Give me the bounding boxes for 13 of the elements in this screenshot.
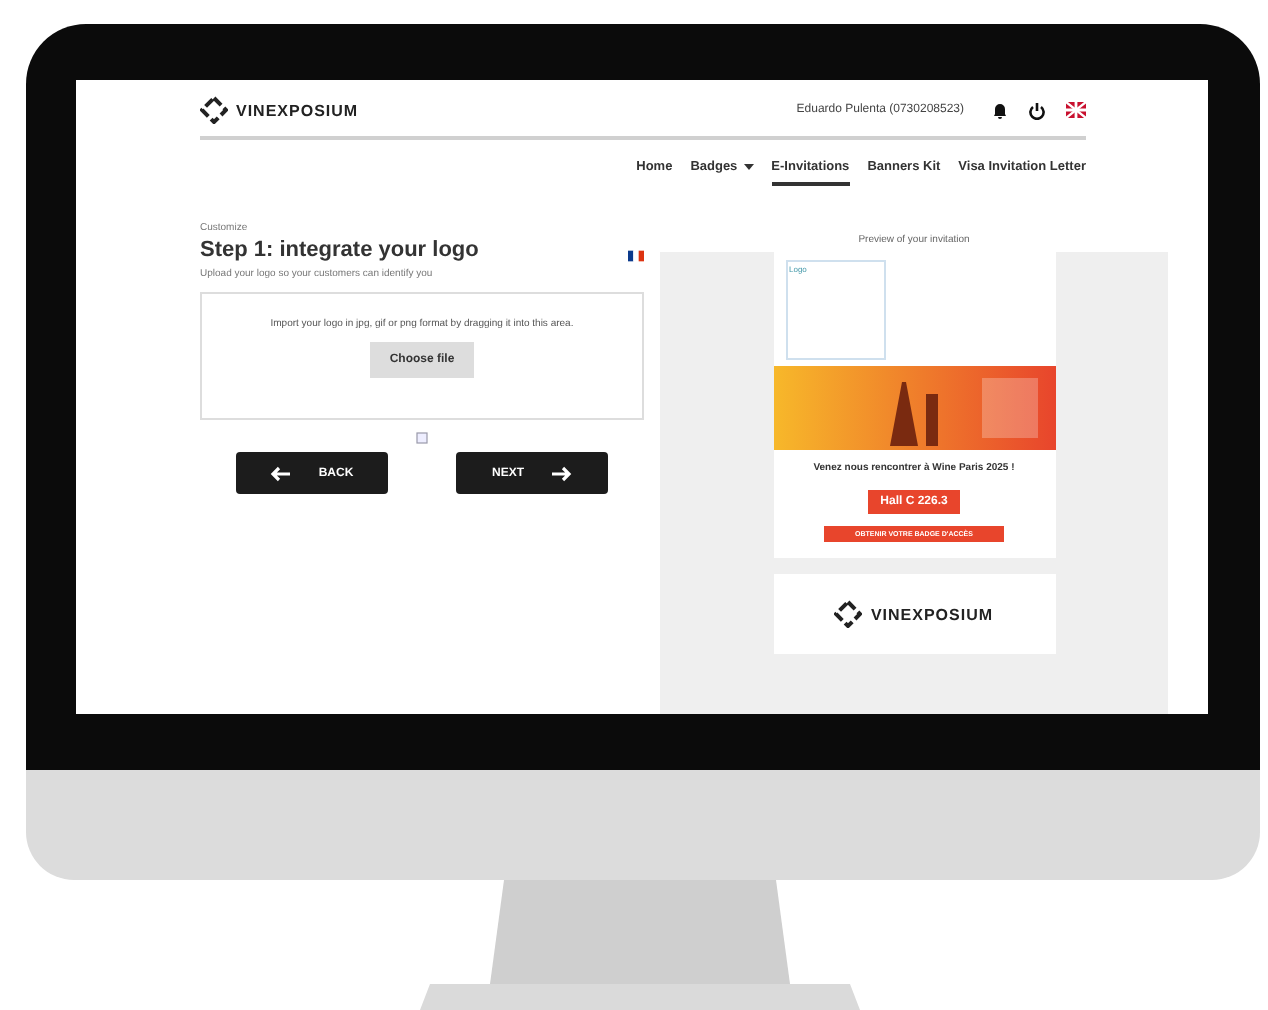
bell-icon[interactable]: [992, 101, 1008, 119]
arrow-right-icon: [552, 465, 572, 481]
flag-icon[interactable]: [1066, 102, 1086, 118]
flag-icon[interactable]: [628, 250, 644, 262]
brand-logo-text: VINEXPOSIUM: [870, 605, 994, 623]
caret-icon: [743, 164, 754, 170]
logo-icon: [834, 600, 863, 628]
brand-logo-text: VINEXPOSIUM: [236, 101, 359, 119]
arrow-left-icon: [270, 465, 291, 481]
power-icon[interactable]: [1028, 101, 1046, 119]
step-title: Step 1: integrate your logo: [200, 238, 479, 262]
broken-image-icon: [416, 432, 428, 444]
logo-icon: [200, 96, 228, 124]
